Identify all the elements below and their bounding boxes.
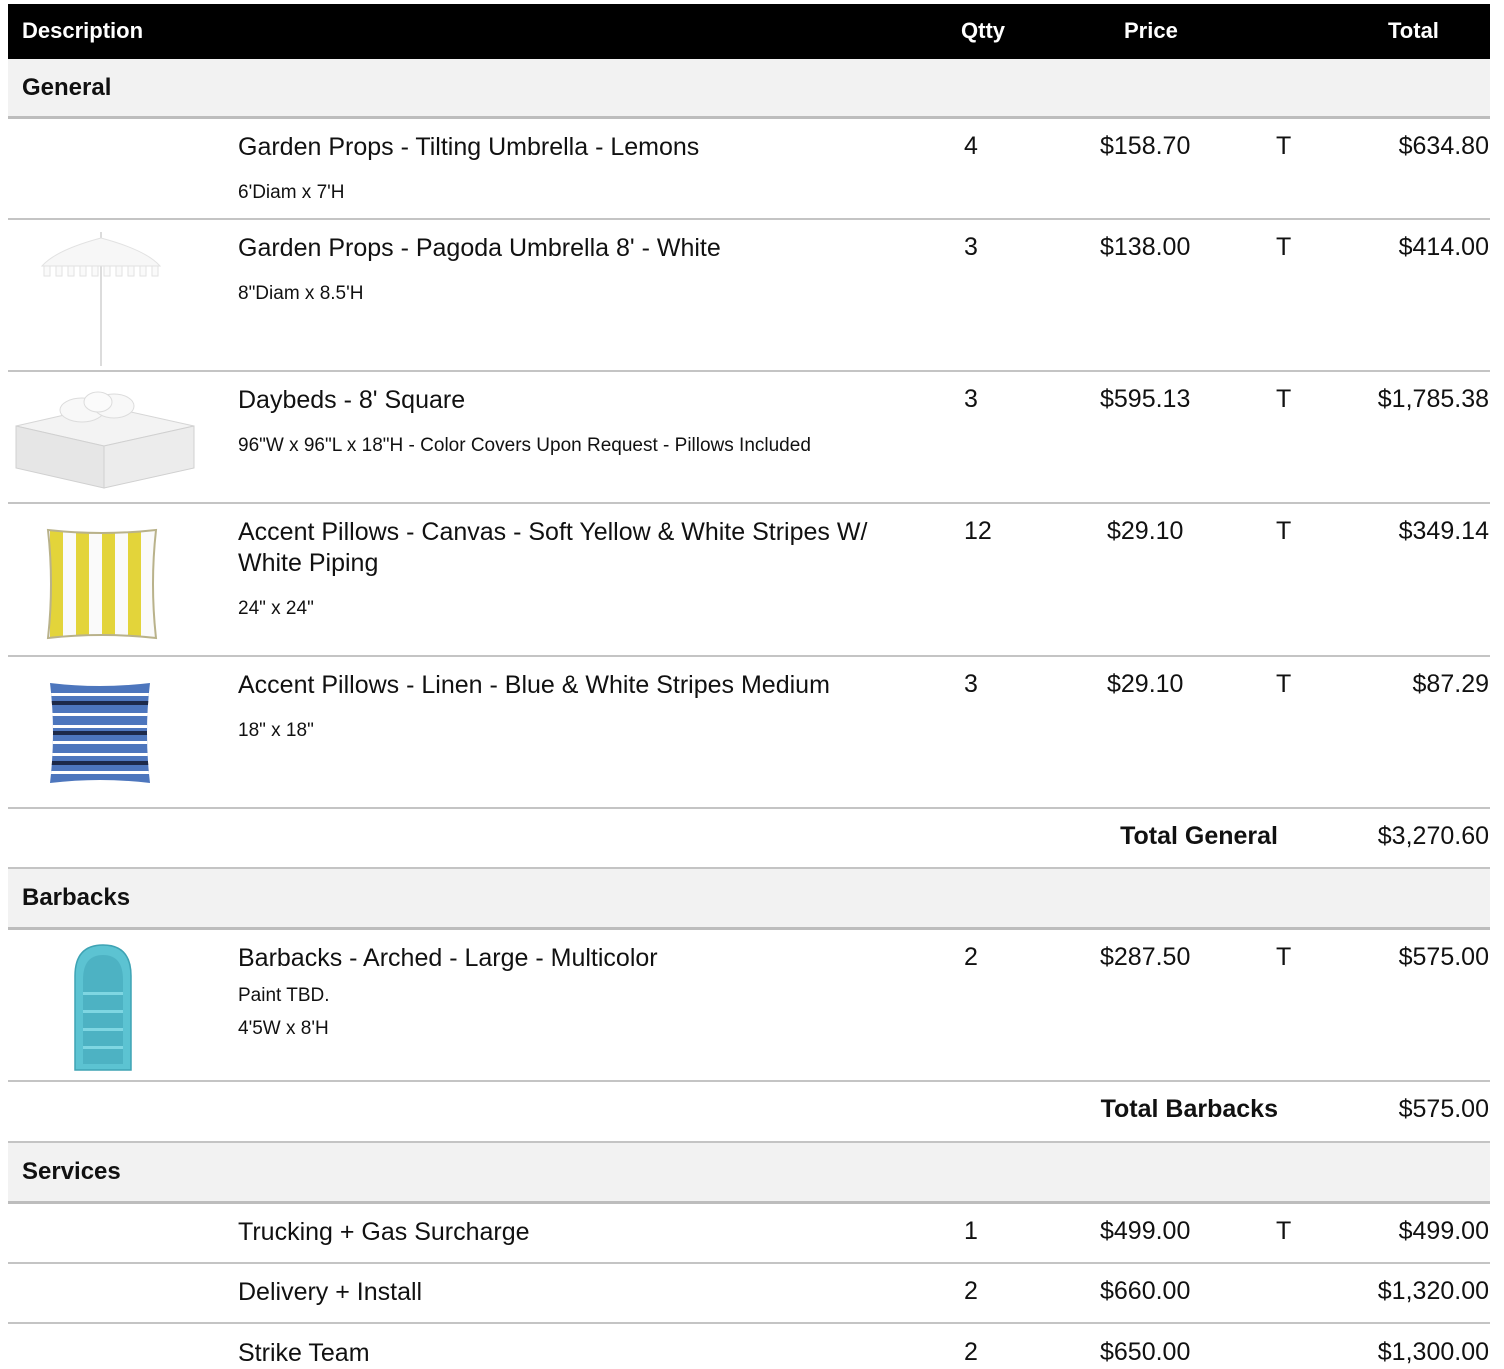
yellow-striped-pillow-image	[46, 528, 158, 640]
item-total: $1,785.38	[1377, 385, 1489, 413]
item-total: $87.29	[1412, 670, 1489, 698]
subtotal-label: Total General	[1120, 822, 1278, 850]
section-subtotal-barbacks: Total Barbacks $575.00	[8, 1082, 1490, 1143]
line-item: Delivery + Install 2 $660.00 $1,320.00	[8, 1264, 1490, 1324]
header-qty: Qtty	[961, 18, 1005, 43]
item-qty: 3	[964, 233, 978, 261]
item-price: $287.50	[1100, 943, 1191, 971]
item-detail: 24" x 24"	[238, 598, 314, 619]
line-item: Accent Pillows - Linen - Blue & White St…	[8, 657, 1490, 809]
subtotal-value: $3,270.60	[1377, 822, 1489, 850]
item-name: Delivery + Install	[238, 1278, 423, 1306]
header-price: Price	[1124, 18, 1178, 43]
item-price: $29.10	[1107, 670, 1184, 698]
item-total: $499.00	[1398, 1217, 1489, 1245]
item-price: $660.00	[1100, 1277, 1191, 1305]
item-tax-flag: T	[1276, 943, 1292, 971]
section-title: Barbacks	[22, 884, 131, 911]
item-tax-flag: T	[1276, 385, 1292, 413]
item-tax-flag: T	[1276, 132, 1292, 160]
item-detail: 96"W x 96"L x 18"H - Color Covers Upon R…	[238, 435, 811, 456]
table-header: Description Qtty Price Total	[8, 4, 1490, 59]
item-name: Trucking + Gas Surcharge	[238, 1218, 530, 1246]
item-price: $158.70	[1100, 132, 1191, 160]
line-item: Daybeds - 8' Square 96"W x 96"L x 18"H -…	[8, 372, 1490, 504]
header-description: Description	[22, 18, 144, 43]
item-qty: 2	[964, 1277, 978, 1305]
item-price: $650.00	[1100, 1338, 1191, 1366]
item-total: $1,300.00	[1377, 1338, 1489, 1366]
item-tax-flag: T	[1276, 233, 1292, 261]
section-header-services: Services	[8, 1143, 1490, 1204]
item-detail: 4'5W x 8'H	[238, 1018, 329, 1039]
line-item: Garden Props - Pagoda Umbrella 8' - Whit…	[8, 220, 1490, 372]
item-qty: 4	[964, 132, 978, 160]
item-detail: 18" x 18"	[238, 720, 314, 741]
item-total: $349.14	[1398, 517, 1489, 545]
white-pagoda-umbrella-image	[40, 232, 162, 366]
item-tax-flag: T	[1276, 517, 1292, 545]
item-total: $575.00	[1398, 943, 1489, 971]
item-qty: 2	[964, 943, 978, 971]
item-qty: 3	[964, 670, 978, 698]
item-tax-flag: T	[1276, 1217, 1292, 1245]
item-name: Accent Pillows - Linen - Blue & White St…	[238, 671, 830, 699]
item-name: Barbacks - Arched - Large - Multicolor	[238, 944, 658, 972]
item-name: Daybeds - 8' Square	[238, 386, 466, 414]
line-item: Garden Props - Tilting Umbrella - Lemons…	[8, 119, 1490, 220]
section-title: General	[22, 74, 112, 101]
blue-striped-pillow-image	[50, 683, 150, 783]
item-tax-flag: T	[1276, 670, 1292, 698]
section-subtotal-general: Total General $3,270.60	[8, 809, 1490, 869]
white-square-daybed-image	[15, 391, 195, 489]
item-name: Strike Team	[238, 1339, 370, 1367]
item-total: $414.00	[1398, 233, 1489, 261]
subtotal-value: $575.00	[1398, 1095, 1489, 1123]
line-item: Trucking + Gas Surcharge 1 $499.00 T $49…	[8, 1204, 1490, 1264]
item-qty: 2	[964, 1338, 978, 1366]
item-qty: 12	[964, 517, 992, 545]
section-title: Services	[22, 1158, 121, 1185]
turquoise-arched-shelf-image	[74, 944, 132, 1071]
item-detail: 8"Diam x 8.5'H	[238, 283, 364, 304]
item-name: Accent Pillows - Canvas - Soft Yellow & …	[238, 518, 868, 577]
item-price: $138.00	[1100, 233, 1191, 261]
item-detail: Paint TBD.	[238, 985, 330, 1006]
item-total: $1,320.00	[1377, 1277, 1489, 1305]
section-header-general: General	[8, 59, 1490, 119]
item-name: Garden Props - Tilting Umbrella - Lemons	[238, 133, 700, 161]
item-price: $595.13	[1100, 385, 1191, 413]
line-item: Barbacks - Arched - Large - Multicolor P…	[8, 930, 1490, 1082]
item-qty: 1	[964, 1217, 978, 1245]
subtotal-label: Total Barbacks	[1100, 1095, 1278, 1123]
header-total: Total	[1388, 18, 1439, 43]
item-detail: 6'Diam x 7'H	[238, 182, 345, 203]
item-total: $634.80	[1398, 132, 1489, 160]
line-item: Accent Pillows - Canvas - Soft Yellow & …	[8, 504, 1490, 657]
item-price: $29.10	[1107, 517, 1184, 545]
line-item: Strike Team 2 $650.00 $1,300.00	[8, 1324, 1490, 1367]
item-name: Garden Props - Pagoda Umbrella 8' - Whit…	[238, 234, 721, 262]
item-qty: 3	[964, 385, 978, 413]
section-header-barbacks: Barbacks	[8, 869, 1490, 930]
item-price: $499.00	[1100, 1217, 1191, 1245]
